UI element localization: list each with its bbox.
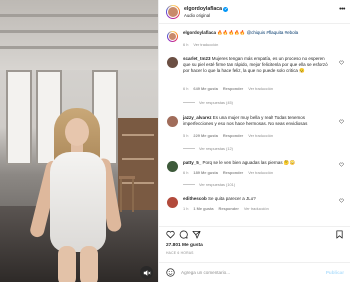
ceiling-beam [0,46,158,49]
post-header: elgordoylaflaca Audio original ••• [159,0,350,24]
reply-button[interactable]: Responder [223,170,243,175]
heart-icon[interactable] [166,230,175,239]
post-side-panel: elgordoylaflaca Audio original ••• elgor… [158,0,350,282]
heart-icon[interactable] [339,119,344,124]
comment-likes[interactable]: 229 Me gusta [193,133,217,138]
ceiling-beam [0,14,158,17]
comment-text: jazzy_alvarez Es una mujer muy bella y r… [183,115,308,127]
comment-text: scarlet_tm23 Mujeres tengan más empatía,… [183,56,328,74]
view-replies-button[interactable]: Ver respuestas (12) [183,146,233,151]
comment-username[interactable]: edithescob [183,196,207,201]
comment-text: edithescob Se quita parecer a JLo? [183,196,256,201]
commenter-avatar[interactable] [167,161,178,172]
likes-count[interactable]: 27.801 Me gusta [166,243,203,248]
comment-icon[interactable] [179,230,188,239]
see-translation-link[interactable]: Ver traducción [248,170,273,175]
comment-likes[interactable]: 1 Me gusta [193,206,213,211]
post-media-video[interactable] [0,0,158,282]
commenter-avatar[interactable] [167,197,178,208]
more-options-icon[interactable]: ••• [339,6,345,13]
comment-meta: 6 h 189 Me gusta Responder Ver traducció… [183,170,274,175]
see-translation-link[interactable]: Ver traducción [193,42,218,47]
verified-badge-icon [223,6,229,12]
ceiling [0,0,158,70]
reply-button[interactable]: Responder [223,86,243,91]
bookmark-icon[interactable] [335,230,344,239]
comment-likes[interactable]: 649 Me gusta [193,86,217,91]
caption-mention[interactable]: @chiquis [247,30,266,35]
comment-text: patty_5_ Porq se le ven bien aguadas las… [183,160,296,165]
view-replies-button[interactable]: Ver respuestas (101) [183,182,235,187]
caption-meta: 6 h Ver traducción [183,42,218,47]
comment-input[interactable]: Agrega un comentario... [181,270,230,275]
caption-hashtags[interactable]: #flaquita #ebola [266,30,298,35]
see-translation-link[interactable]: Ver traducción [248,133,273,138]
comments-list: elgordoylaflaca 🔥🔥🔥🔥🔥 @chiquis #flaquita… [159,26,350,218]
heart-icon[interactable] [339,60,344,65]
see-translation-link[interactable]: Ver traducción [248,86,273,91]
reply-button[interactable]: Responder [223,133,243,138]
caption-text: elgordoylaflaca 🔥🔥🔥🔥🔥 @chiquis #flaquita… [183,30,333,36]
comment-username[interactable]: patty_5_ [183,160,201,165]
caption-username[interactable]: elgordoylaflaca [183,30,216,35]
person-figure [28,108,123,282]
post-date[interactable]: HACE 6 HORAS [166,251,194,255]
caption-emojis: 🔥🔥🔥🔥🔥 [217,30,246,35]
see-translation-link[interactable]: Ver traducción [244,206,269,211]
share-icon[interactable] [192,230,201,239]
comment-meta: 5 h 229 Me gusta Responder Ver traducció… [183,133,274,138]
commenter-avatar[interactable] [167,116,178,127]
heart-icon[interactable] [339,162,344,167]
author-avatar[interactable] [167,31,178,42]
audio-label[interactable]: Audio original [184,13,210,18]
author-username-row[interactable]: elgordoylaflaca [184,6,229,12]
comment-meta: 1 h 1 Me gusta Responder Ver traducción [183,206,269,211]
emoji-icon[interactable] [166,268,175,277]
comment-likes[interactable]: 189 Me gusta [193,170,217,175]
mute-icon[interactable] [140,266,153,279]
post-action-bar [159,226,350,240]
comment-meta: 6 h 649 Me gusta Responder Ver traducció… [183,86,274,91]
comment-username[interactable]: jazzy_alvarez [183,115,212,120]
author-avatar[interactable] [166,5,180,19]
heart-icon[interactable] [339,198,344,203]
author-username[interactable]: elgordoylaflaca [184,6,222,12]
view-replies-button[interactable]: Ver respuestas (45) [183,100,233,105]
reply-button[interactable]: Responder [219,206,239,211]
commenter-avatar[interactable] [167,57,178,68]
caption-time: 6 h [183,42,189,47]
ceiling-beam [0,30,158,33]
comment-composer: Agrega un comentario... Publicar [159,262,350,282]
publish-button[interactable]: Publicar [326,270,344,275]
comment-username[interactable]: scarlet_tm23 [183,56,211,61]
stool [119,176,135,212]
window [6,70,32,165]
